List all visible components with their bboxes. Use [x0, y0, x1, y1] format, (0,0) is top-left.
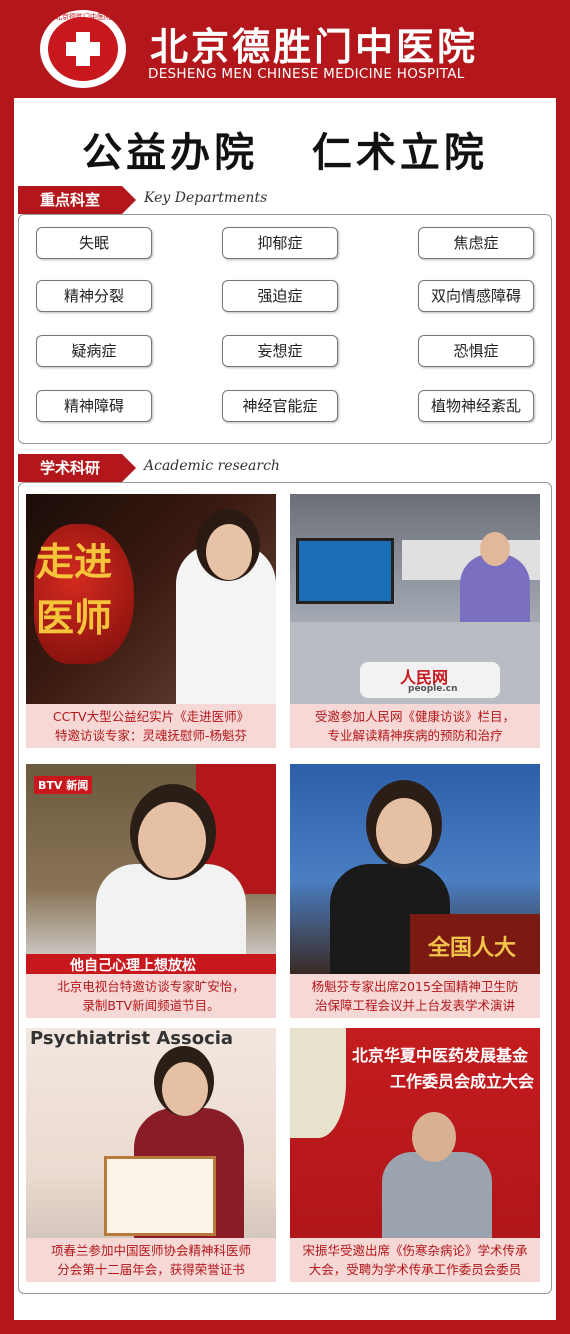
caption-line: 宋振华受邀出席《伤寒杂病论》学术传承	[302, 1243, 528, 1258]
research-caption: 宋振华受邀出席《伤寒杂病论》学术传承 大会，受聘为学术传承工作委员会委员	[290, 1238, 540, 1282]
overlay-banner-sub: 工作委员会成立大会	[390, 1072, 535, 1091]
caption-line: 特邀访谈专家：灵魂抚慰师-杨魁芬	[54, 728, 247, 743]
dept-button[interactable]: 神经官能症	[222, 390, 338, 422]
dept-button[interactable]: 焦虑症	[418, 227, 534, 259]
overlay-subtitle: 他自己心理上想放松	[70, 958, 196, 974]
caption-line: 录制BTV新闻频道节目。	[82, 998, 220, 1013]
overlay-logo-url: people.cn	[408, 684, 458, 694]
research-card[interactable]: 北京华夏中医药发展基金 工作委员会成立大会 宋振华受邀出席《伤寒杂病论》学术传承…	[290, 1028, 540, 1282]
research-photo: 人民网 people.cn	[290, 494, 540, 704]
research-caption: CCTV大型公益纪实片《走进医师》 特邀访谈专家：灵魂抚慰师-杨魁芬	[26, 704, 276, 748]
overlay-banner: 北京华夏中医药发展基金	[352, 1046, 529, 1065]
research-caption: 项春兰参加中国医师协会精神科医师 分会第十二届年会，获得荣誉证书	[26, 1238, 276, 1282]
caption-line: 受邀参加人民网《健康访谈》栏目，	[314, 709, 515, 724]
research-caption: 杨魁芬专家出席2015全国精神卫生防 治保障工程会议并上台发表学术演讲	[290, 974, 540, 1018]
dept-button[interactable]: 精神分裂	[36, 280, 152, 312]
key-departments-label: 重点科室	[40, 191, 101, 209]
research-card[interactable]: BTV 新闻 他自己心理上想放松 北京电视台特邀访谈专家旷安怡， 录制BTV新闻…	[26, 764, 276, 1018]
dept-button[interactable]: 强迫症	[222, 280, 338, 312]
dept-button[interactable]: 抑郁症	[222, 227, 338, 259]
overlay-channel: BTV 新闻	[34, 776, 93, 794]
dept-button[interactable]: 植物神经紊乱	[418, 390, 534, 422]
dept-button[interactable]: 恐惧症	[418, 335, 534, 367]
overlay-banner: Psychiatrist Associa	[30, 1028, 234, 1049]
caption-line: 项春兰参加中国医师协会精神科医师	[50, 1243, 251, 1258]
key-departments-tab: 重点科室	[18, 186, 136, 214]
hospital-title-en: DESHENG MEN CHINESE MEDICINE HOSPITAL	[148, 66, 465, 82]
header: 北京德胜门中医院 北京德胜门中医院 DESHENG MEN CHINESE ME…	[0, 0, 570, 92]
research-photo: 北京华夏中医药发展基金 工作委员会成立大会	[290, 1028, 540, 1238]
research-card[interactable]: 人民网 people.cn 受邀参加人民网《健康访谈》栏目， 专业解读精神疾病的…	[290, 494, 540, 748]
dept-button[interactable]: 疑病症	[36, 335, 152, 367]
caption-line: 杨魁芬专家出席2015全国精神卫生防	[311, 979, 519, 994]
dept-button[interactable]: 精神障碍	[36, 390, 152, 422]
academic-label: 学术科研	[40, 459, 101, 477]
key-departments-label-en: Key Departments	[144, 190, 268, 206]
wechat-icon	[435, 1301, 452, 1314]
academic-label-en: Academic research	[144, 458, 280, 474]
hospital-logo: 北京德胜门中医院	[40, 10, 126, 88]
research-photo: 全国人大	[290, 764, 540, 974]
caption-line: 治保障工程会议并上台发表学术演讲	[314, 998, 515, 1013]
caption-line: 大会，受聘为学术传承工作委员会委员	[308, 1262, 522, 1277]
dept-button[interactable]: 双向情感障碍	[418, 280, 534, 312]
wechat-footer: 微信号: bjdsmjsk	[435, 1298, 552, 1315]
research-card[interactable]: Psychiatrist Associa 项春兰参加中国医师协会精神科医师 分会…	[26, 1028, 276, 1282]
slogan: 公益办院 仁术立院	[82, 129, 488, 176]
dept-button[interactable]: 失眠	[36, 227, 152, 259]
caption-line: CCTV大型公益纪实片《走进医师》	[52, 709, 250, 724]
overlay-title: 走进医师	[36, 539, 113, 640]
caption-line: 专业解读精神疾病的预防和治疗	[327, 728, 503, 743]
dept-button[interactable]: 妄想症	[222, 335, 338, 367]
hospital-title: 北京德胜门中医院	[150, 25, 479, 69]
research-photo: Psychiatrist Associa	[26, 1028, 276, 1238]
overlay-sign: 全国人大	[428, 936, 517, 961]
academic-tab: 学术科研	[18, 454, 136, 482]
research-caption: 北京电视台特邀访谈专家旷安怡， 录制BTV新闻频道节目。	[26, 974, 276, 1018]
caption-line: 北京电视台特邀访谈专家旷安怡，	[57, 979, 245, 994]
research-card[interactable]: 走进医师 CCTV大型公益纪实片《走进医师》 特邀访谈专家：灵魂抚慰师-杨魁芬	[26, 494, 276, 748]
caption-line: 分会第十二届年会，获得荣誉证书	[57, 1262, 245, 1277]
research-photo: BTV 新闻 他自己心理上想放松	[26, 764, 276, 974]
research-caption: 受邀参加人民网《健康访谈》栏目， 专业解读精神疾病的预防和治疗	[290, 704, 540, 748]
research-photo: 走进医师	[26, 494, 276, 704]
research-card[interactable]: 全国人大 杨魁芬专家出席2015全国精神卫生防 治保障工程会议并上台发表学术演讲	[290, 764, 540, 1018]
wechat-id: 微信号: bjdsmjsk	[455, 1300, 552, 1314]
